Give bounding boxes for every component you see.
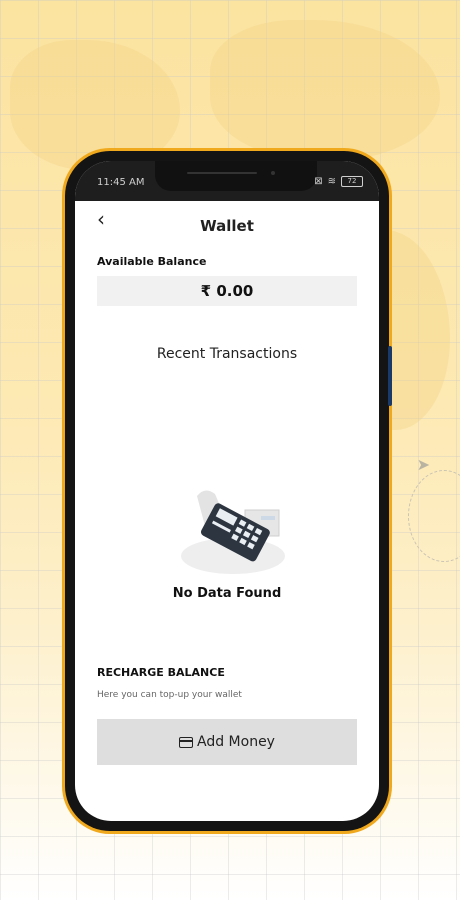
- add-money-button[interactable]: Add Money: [97, 719, 357, 765]
- phone-frame: 11:45 AM ⊠ ≋ 72 ‹ Wallet Available Balan…: [62, 148, 392, 834]
- speaker-grille: [187, 172, 257, 174]
- recharge-balance-title: RECHARGE BALANCE: [97, 666, 225, 679]
- camera-notch: [155, 161, 317, 191]
- phone-bezel: 11:45 AM ⊠ ≋ 72 ‹ Wallet Available Balan…: [65, 151, 392, 831]
- available-balance-label: Available Balance: [97, 255, 207, 268]
- status-icons: ⊠ ≋ 72: [314, 176, 363, 187]
- app-header: ‹ Wallet: [75, 201, 379, 241]
- add-money-label: Add Money: [197, 734, 275, 750]
- battery-icon: 72: [341, 176, 363, 187]
- recent-transactions-title: Recent Transactions: [156, 346, 298, 362]
- page-title: Wallet: [200, 217, 254, 235]
- phone-screen: 11:45 AM ⊠ ≋ 72 ‹ Wallet Available Balan…: [75, 161, 379, 821]
- card-machine-icon: [181, 490, 285, 574]
- paper-plane-icon: ➤: [416, 455, 430, 474]
- front-camera: [271, 171, 275, 175]
- recharge-balance-subtitle: Here you can top-up your wallet: [97, 690, 242, 700]
- status-bar: 11:45 AM ⊠ ≋ 72: [75, 161, 379, 201]
- status-time: 11:45 AM: [97, 177, 145, 188]
- empty-state-text: No Data Found: [172, 586, 282, 601]
- balance-amount: ₹ 0.00: [97, 276, 357, 306]
- phone-side-button: [388, 346, 392, 406]
- wifi-icon: ≋: [327, 176, 336, 187]
- credit-card-icon: [179, 736, 193, 748]
- screen-record-icon: ⊠: [314, 176, 323, 187]
